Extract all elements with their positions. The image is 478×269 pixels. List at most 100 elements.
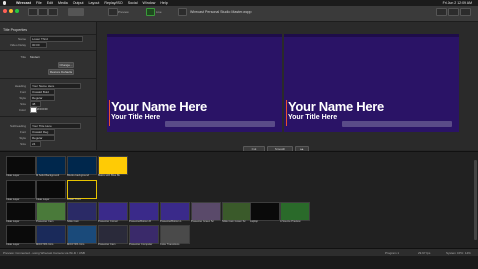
toolbar-live-toggle[interactable] [146,8,155,16]
preview-lower-third-accent [109,100,110,126]
toolbar-monitor-button[interactable] [178,8,187,16]
shot-thumbnail[interactable] [250,202,280,221]
live-toggle-label: Live [156,9,162,14]
menubar-clock[interactable]: Fri Jun 2 12:09 AM [443,1,472,5]
shot-label: Laptop [250,220,258,223]
close-window-icon[interactable] [3,9,7,13]
preview-heading-text: Your Name Here [111,99,207,114]
shot-thumbnail[interactable] [36,180,66,199]
heading-color-label: Color [18,108,26,112]
shot-label: PresenterBottom L [160,220,182,223]
shot-label: Clear Layer [36,198,50,201]
heading-label: Heading [14,84,26,88]
menu-social[interactable]: Social [128,1,138,5]
menu-app-name[interactable]: Wirecast [16,1,31,5]
toolbar-button-1[interactable] [28,8,38,16]
shot-thumbnail[interactable] [98,202,128,221]
shot-thumbnail[interactable] [67,180,97,199]
menu-media[interactable]: Media [58,1,68,5]
live-heading-text: Your Name Here [288,99,384,114]
shot-thumbnail[interactable] [222,202,252,221]
shot-thumbnail[interactable] [67,225,97,244]
status-cpu: System CPU: 14% [446,251,471,255]
video-delay-field[interactable]: 00:00 [30,42,47,48]
title-properties-panel: Title Properties Name Lower Third Video … [0,22,97,150]
video-delay-label: Video Delay [9,43,26,47]
shot-label: Slide Cam [67,220,79,223]
menu-output[interactable]: Output [73,1,84,5]
shot-thumbnail[interactable] [191,202,221,221]
change-button[interactable]: Change... [58,62,74,68]
shot-label: Clear Layer [6,174,20,177]
name-label: Name [17,37,26,41]
shot-thumbnail[interactable] [67,156,97,175]
shot-label: MOOTRS Intro [36,243,54,246]
restore-defaults-button[interactable]: Restore Defaults [48,69,74,75]
menu-layout[interactable]: Layout [89,1,100,5]
shot-thumbnail[interactable] [98,225,128,244]
minimize-window-icon[interactable] [9,9,13,13]
shot-label: Clear Layer [6,243,20,246]
preview-toggle-label: Preview [118,9,129,14]
preview-monitor[interactable]: Your Name Here Your Title Here [107,34,282,132]
apple-icon[interactable] [3,1,6,5]
shot-thumbnail[interactable] [280,202,310,221]
shot-thumbnail[interactable] [98,156,128,175]
window-title: Wirecast Personal Studio Master.wcpp [190,10,252,14]
subheading-size-field[interactable]: 24 [30,141,41,147]
live-dock [342,121,452,127]
shot-label: Color Transitions [160,243,180,246]
shot-thumbnail[interactable] [129,202,159,221]
live-lower-third-accent [286,100,287,126]
shot-label: Blocks background [67,174,89,177]
toolbar-button-2[interactable] [38,8,48,16]
shot-thumbnail[interactable] [6,202,36,221]
shot-thumbnail[interactable] [129,225,159,244]
shot-thumbnail[interactable] [6,180,36,199]
divider [0,78,96,79]
menu-replay[interactable]: Replay/ISO [104,1,122,5]
shot-thumbnail[interactable] [160,202,190,221]
live-screen-menubar [284,34,459,37]
shot-label: Presenter Green Sc [191,220,214,223]
shot-thumbnail[interactable] [36,202,66,221]
shot-thumbnail[interactable] [36,225,66,244]
shot-thumbnail[interactable] [6,225,36,244]
shot-label: Presenter Cam [36,220,54,223]
shot-label: Clear Layer [6,198,20,201]
subheading-font-label: Font [19,130,26,134]
toolbar-preview-toggle[interactable] [108,8,118,16]
zoom-window-icon[interactable] [15,9,19,13]
toolbar-record-button[interactable] [448,8,459,16]
divider [0,116,96,117]
toolbar-settings-button[interactable] [460,8,471,16]
shot-label: A Source Preview [280,220,301,223]
toolbar-layout-button[interactable] [68,8,84,16]
divider [0,34,96,35]
shot-thumbnail[interactable] [6,156,36,175]
shots-scrollbar[interactable] [474,160,477,240]
heading-font-label: Font [19,90,26,94]
title-template-name: Modern [30,55,41,59]
panel-heading: Title Properties [3,28,28,32]
heading-style-label: Style [19,96,26,100]
shot-label: Presenter Computer [129,243,153,246]
preview-dock [165,121,275,127]
menu-edit[interactable]: Edit [47,1,53,5]
shot-thumbnail[interactable] [67,202,97,221]
preview-sub-text: Your Title Here [111,114,161,121]
live-monitor[interactable]: Your Name Here Your Title Here [284,34,459,132]
toolbar-button-3[interactable] [48,8,58,16]
shot-thumbnail[interactable] [160,225,190,244]
shot-thumbnail[interactable] [36,156,66,175]
menu-window[interactable]: Window [143,1,156,5]
menu-help[interactable]: Help [160,1,167,5]
subheading-label: Subheading [9,124,26,128]
toolbar-stream-button[interactable] [436,8,447,16]
menu-file[interactable]: File [36,1,42,5]
title-label: Title [20,55,26,59]
shot-label: Lower Third [67,198,81,201]
shot-label: Maize with Blue Bk [98,174,120,177]
heading-size-label: Size [20,102,26,106]
heading-color-swatch[interactable] [30,107,37,113]
